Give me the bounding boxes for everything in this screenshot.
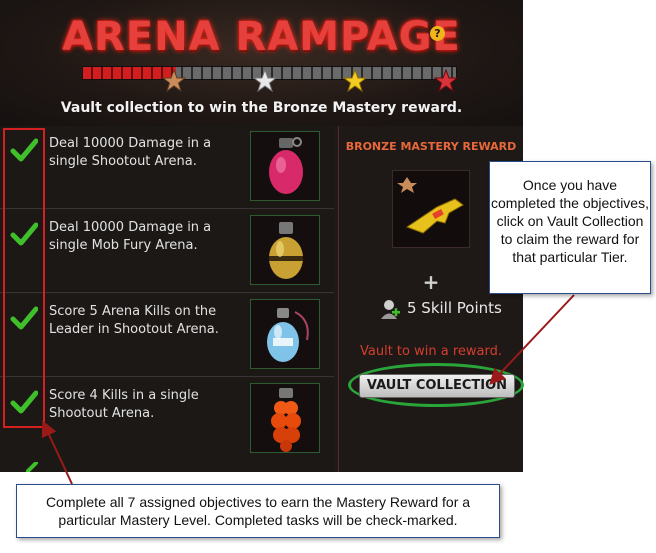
reward-item-slot[interactable]: [392, 170, 470, 248]
vault-instruction-callout: Once you have completed the objectives, …: [489, 161, 651, 294]
skill-points-label: 5 Skill Points: [407, 299, 502, 317]
gold-star-icon: [343, 69, 367, 93]
objective-row-partial: [0, 460, 334, 472]
objective-text: Score 4 Kills in a single Shootout Arena…: [49, 388, 199, 421]
objective-text: Deal 10000 Damage in a single Shootout A…: [49, 136, 212, 169]
ruby-star-icon: [434, 69, 458, 93]
gold-grenade-icon: [269, 222, 303, 279]
objective-text: Deal 10000 Damage in a single Mob Fury A…: [49, 220, 212, 253]
orange-grenade-icon: [271, 388, 301, 452]
pink-grenade-icon: [269, 137, 303, 194]
checkmark-icon: [26, 462, 38, 472]
page-title: ARENA RAMPAGE: [62, 14, 461, 60]
objective-row: Score 4 Kills in a single Shootout Arena…: [0, 378, 334, 461]
objectives-instruction-callout: Complete all 7 assigned objectives to ea…: [16, 484, 500, 538]
objective-reward-slot[interactable]: [250, 215, 320, 285]
objective-reward-slot[interactable]: [250, 299, 320, 369]
objectives-list: Deal 10000 Damage in a single Shootout A…: [0, 126, 338, 472]
skill-points: 5 Skill Points: [379, 298, 523, 320]
vault-reward-message: Vault to win a reward.: [360, 344, 502, 359]
silver-star-icon: [253, 69, 277, 93]
objective-reward-slot[interactable]: [250, 131, 320, 201]
objective-row: Score 5 Arena Kills on the Leader in Sho…: [0, 294, 334, 377]
question-icon[interactable]: ?: [430, 26, 445, 41]
vault-status-message: Vault collection to win the Bronze Maste…: [60, 100, 463, 116]
objective-row: Deal 10000 Damage in a single Mob Fury A…: [0, 210, 334, 293]
vault-collection-button[interactable]: VAULT COLLECTION: [359, 374, 515, 398]
person-plus-icon: [381, 300, 400, 319]
objective-reward-slot[interactable]: [250, 383, 320, 453]
reward-title: BRONZE MASTERY REWARD: [345, 140, 517, 153]
objective-text: Score 5 Arena Kills on the Leader in Sho…: [49, 304, 219, 337]
header: ARENA RAMPAGE ? Vault collection to win …: [0, 0, 523, 126]
objective-row: Deal 10000 Damage in a single Shootout A…: [0, 126, 334, 209]
checkmarks-highlight-box: [3, 128, 45, 428]
bronze-star-icon: [162, 69, 186, 93]
blue-grenade-icon: [267, 308, 309, 362]
golden-gun-icon: [397, 177, 464, 234]
